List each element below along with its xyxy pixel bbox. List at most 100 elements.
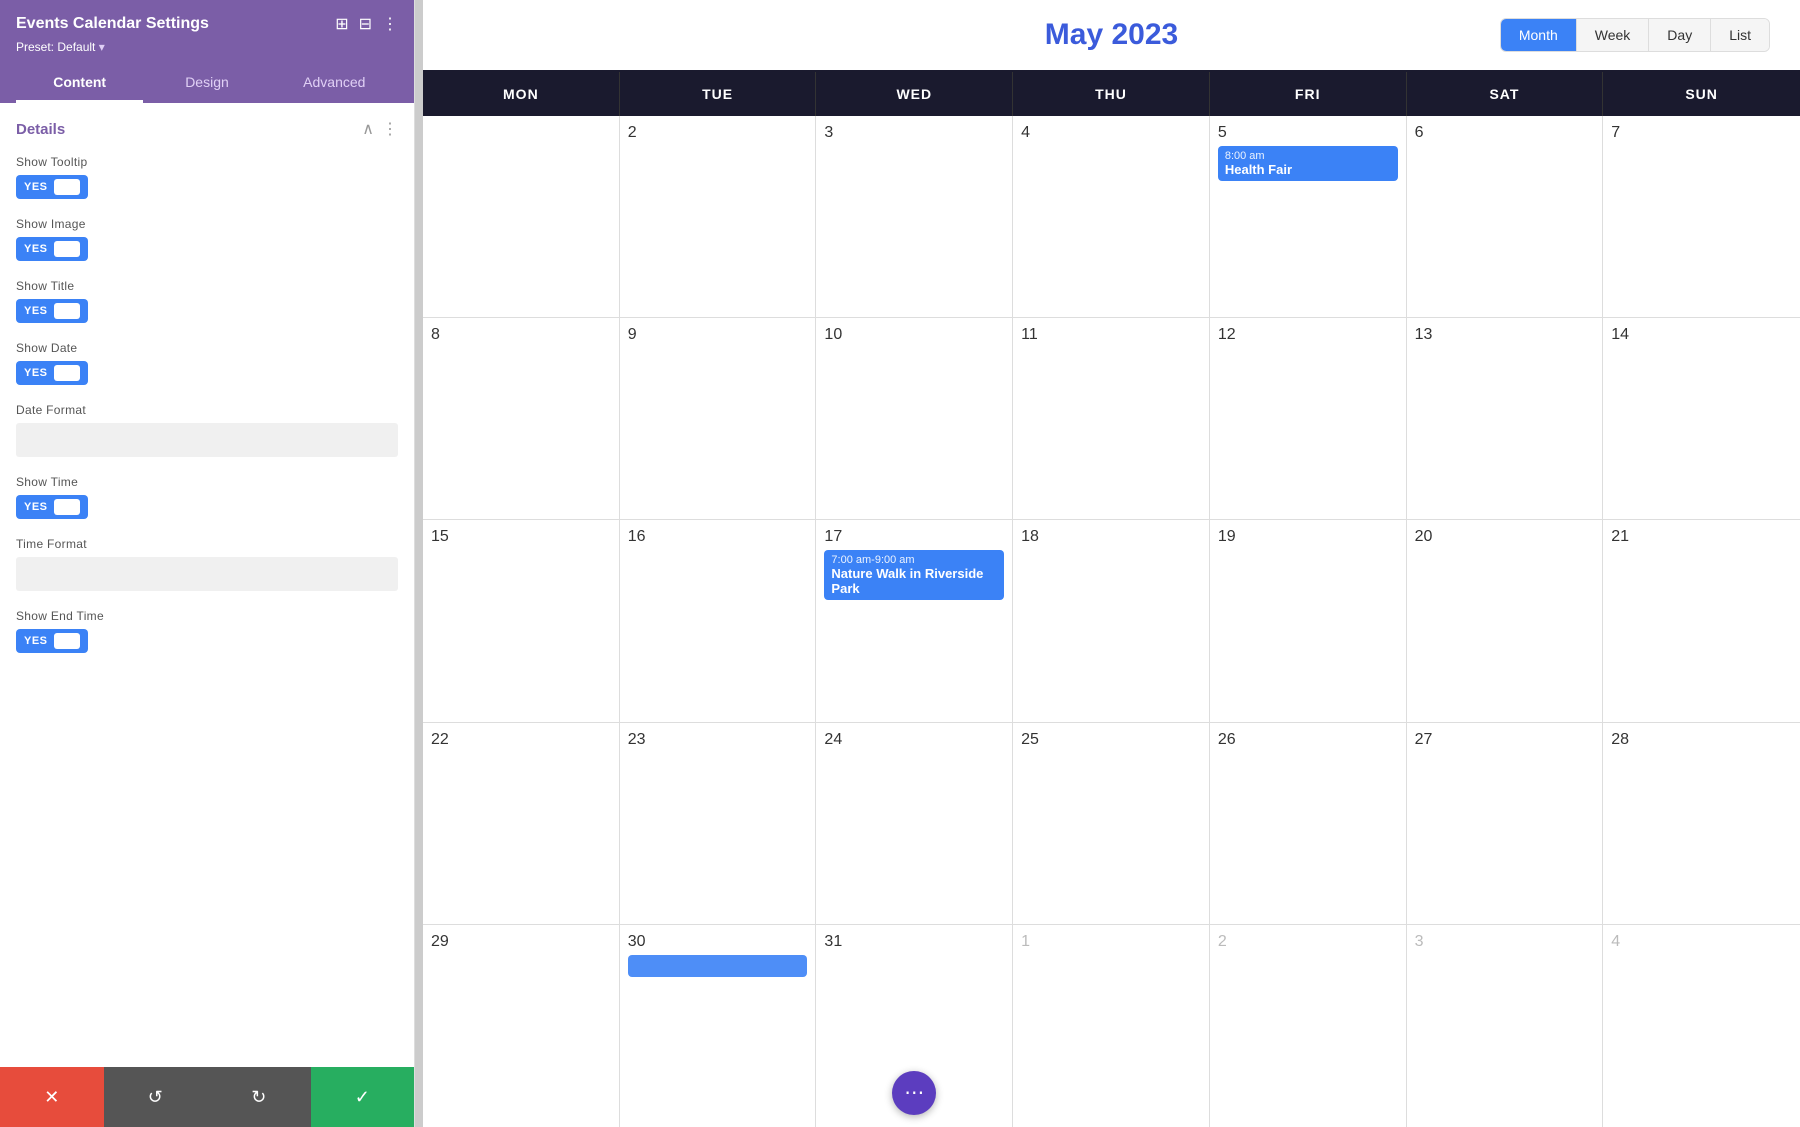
calendar-cell-w3-3: 17 7:00 am-9:00 am Nature Walk in Rivers… — [816, 520, 1013, 721]
event-time: 8:00 am — [1225, 150, 1391, 162]
toggle-knob — [54, 179, 80, 195]
show-date-label: Show Date — [16, 341, 398, 355]
panel-title: Events Calendar Settings — [16, 15, 209, 33]
event-health-fair[interactable]: 8:00 am Health Fair — [1218, 146, 1398, 181]
day-num: 22 — [431, 731, 449, 748]
event-nature-walk[interactable]: 7:00 am-9:00 am Nature Walk in Riverside… — [824, 550, 1004, 600]
day-num: 11 — [1021, 326, 1038, 343]
day-num: 19 — [1218, 528, 1236, 545]
calendar-header: May 2023 Month Week Day List — [423, 0, 1800, 70]
view-list-button[interactable]: List — [1711, 19, 1769, 51]
day-num: 30 — [628, 933, 646, 950]
calendar-cell-w2-4: 11 — [1013, 318, 1210, 519]
panel-title-row: Events Calendar Settings ⊞ ⊟ ⋮ — [16, 14, 398, 34]
view-month-button[interactable]: Month — [1501, 19, 1577, 51]
columns-icon[interactable]: ⊟ — [359, 14, 372, 34]
preset-label: Preset: Default ▾ — [16, 40, 398, 54]
calendar-cell-w3-6: 20 — [1407, 520, 1604, 721]
calendar-cell-w5-1: 29 — [423, 925, 620, 1127]
date-format-input[interactable] — [16, 423, 398, 457]
show-end-time-label: Show End Time — [16, 609, 398, 623]
calendar-cell-w2-3: 10 — [816, 318, 1013, 519]
redo-icon: ↻ — [251, 1087, 266, 1108]
show-tooltip-toggle[interactable]: YES — [16, 175, 88, 199]
calendar-week-3: 15 16 17 7:00 am-9:00 am Nature Walk in … — [423, 520, 1800, 722]
fab-icon: ⋯ — [904, 1080, 924, 1105]
show-image-label: Show Image — [16, 217, 398, 231]
save-button[interactable]: ✓ — [311, 1067, 415, 1127]
show-tooltip-label: Show Tooltip — [16, 155, 398, 169]
redo-button[interactable]: ↻ — [207, 1067, 311, 1127]
expand-icon[interactable]: ⊞ — [335, 14, 348, 34]
toggle-yes-4: YES — [24, 367, 48, 379]
show-time-toggle[interactable]: YES — [16, 495, 88, 519]
cancel-icon: ✕ — [44, 1087, 59, 1108]
day-num: 13 — [1415, 326, 1433, 343]
calendar-body: 2 3 4 5 8:00 am Health Fair 6 — [423, 116, 1800, 1127]
more-icon[interactable]: ⋮ — [382, 14, 398, 34]
show-image-toggle[interactable]: YES — [16, 237, 88, 261]
calendar-cell-w3-2: 16 — [620, 520, 817, 721]
toggle-yes-3: YES — [24, 305, 48, 317]
section-header-actions: ∧ ⋮ — [362, 119, 398, 139]
fab-button[interactable]: ⋯ — [892, 1071, 936, 1115]
tab-design[interactable]: Design — [143, 64, 270, 103]
show-date-toggle[interactable]: YES — [16, 361, 88, 385]
day-num: 31 — [824, 933, 842, 950]
toggle-knob-5 — [54, 499, 80, 515]
day-num: 20 — [1415, 528, 1433, 545]
resize-handle[interactable] — [415, 0, 423, 1127]
day-header-fri: FRI — [1210, 72, 1407, 116]
tab-advanced[interactable]: Advanced — [271, 64, 398, 103]
calendar-cell-w2-6: 13 — [1407, 318, 1604, 519]
event-time: 7:00 am-9:00 am — [831, 554, 997, 566]
calendar-grid: MON TUE WED THU FRI SAT SUN 2 3 4 — [423, 70, 1800, 1127]
day-num: 14 — [1611, 326, 1629, 343]
calendar-week-2: 8 9 10 11 12 13 14 — [423, 318, 1800, 520]
day-header-wed: WED — [816, 72, 1013, 116]
day-num: 4 — [1021, 124, 1030, 141]
section-more-icon[interactable]: ⋮ — [382, 119, 398, 139]
undo-icon: ↺ — [148, 1087, 163, 1108]
tab-content[interactable]: Content — [16, 64, 143, 103]
calendar-cell-w5-5: 2 — [1210, 925, 1407, 1127]
calendar-week-4: 22 23 24 25 26 27 28 — [423, 723, 1800, 925]
day-num: 4 — [1611, 933, 1620, 950]
bottom-bar: ✕ ↺ ↻ ✓ — [0, 1067, 414, 1127]
panel-title-icons: ⊞ ⊟ ⋮ — [335, 14, 398, 34]
calendar-cell-w4-7: 28 — [1603, 723, 1800, 924]
collapse-icon[interactable]: ∧ — [362, 119, 374, 139]
calendar-cell-w4-1: 22 — [423, 723, 620, 924]
show-date-field: Show Date YES — [16, 341, 398, 385]
show-title-field: Show Title YES — [16, 279, 398, 323]
day-num: 6 — [1415, 124, 1424, 141]
calendar-cell-w1-5: 5 8:00 am Health Fair — [1210, 116, 1407, 317]
time-format-input[interactable] — [16, 557, 398, 591]
day-header-thu: THU — [1013, 72, 1210, 116]
day-header-mon: MON — [423, 72, 620, 116]
show-time-field: Show Time YES — [16, 475, 398, 519]
event-name: Health Fair — [1225, 162, 1391, 177]
show-end-time-field: Show End Time YES — [16, 609, 398, 653]
day-num: 16 — [628, 528, 646, 545]
date-format-label: Date Format — [16, 403, 398, 417]
show-title-toggle[interactable]: YES — [16, 299, 88, 323]
calendar-cell-w2-1: 8 — [423, 318, 620, 519]
calendar-cell-w3-5: 19 — [1210, 520, 1407, 721]
view-week-button[interactable]: Week — [1577, 19, 1650, 51]
day-num: 25 — [1021, 731, 1039, 748]
toggle-knob-2 — [54, 241, 80, 257]
view-day-button[interactable]: Day — [1649, 19, 1711, 51]
show-time-label: Show Time — [16, 475, 398, 489]
show-title-label: Show Title — [16, 279, 398, 293]
view-buttons: Month Week Day List — [1500, 18, 1770, 52]
calendar-cell-w1-2: 2 — [620, 116, 817, 317]
show-end-time-toggle[interactable]: YES — [16, 629, 88, 653]
calendar-cell-w5-3: 31 ⋯ — [816, 925, 1013, 1127]
undo-button[interactable]: ↺ — [104, 1067, 208, 1127]
calendar-cell-w4-5: 26 — [1210, 723, 1407, 924]
section-title: Details — [16, 121, 65, 138]
cancel-button[interactable]: ✕ — [0, 1067, 104, 1127]
event-partial-30[interactable] — [628, 955, 808, 977]
section-header: Details ∧ ⋮ — [16, 119, 398, 139]
